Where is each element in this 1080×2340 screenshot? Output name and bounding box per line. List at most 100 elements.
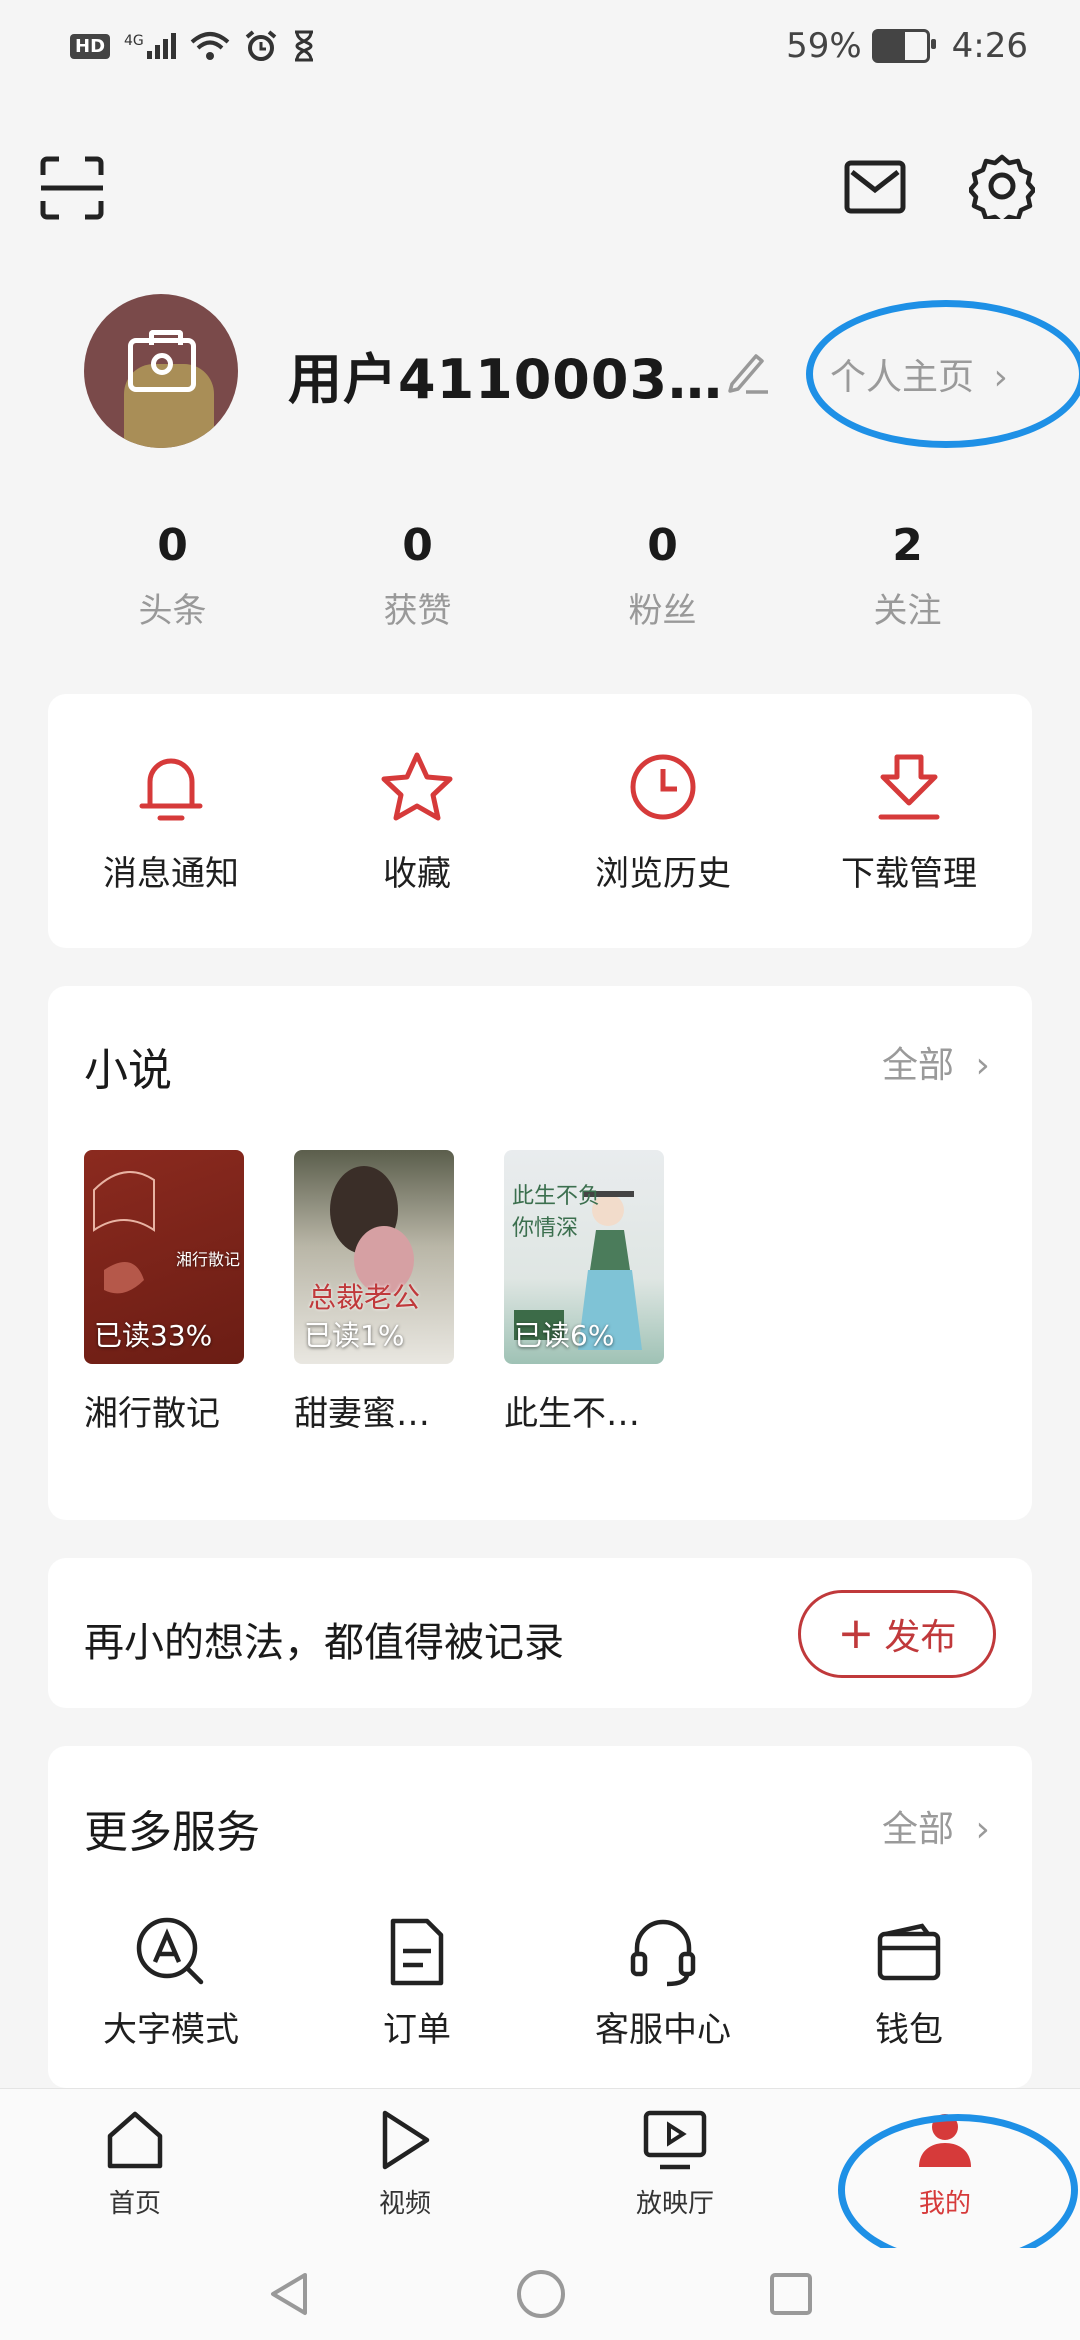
tv-icon	[643, 2110, 707, 2170]
username[interactable]: 用户4110003…	[288, 335, 723, 414]
home-icon	[107, 2111, 163, 2169]
service-label: 钱包	[875, 2010, 943, 2050]
book-title: 甜妻蜜…	[294, 1394, 430, 1434]
clock-icon	[630, 754, 696, 820]
wifi-icon	[190, 32, 230, 60]
tab-label: 放映厅	[635, 2189, 714, 2219]
book-item[interactable]: 总裁老公 已读1% 甜妻蜜…	[294, 1150, 454, 1435]
book-item[interactable]: 湘行散记 已读33% 湘行散记	[84, 1150, 244, 1435]
service-label: 客服中心	[595, 2010, 731, 2050]
stat-following[interactable]: 2 关注	[785, 520, 1030, 640]
services-all-link[interactable]: 全部 ›	[882, 1800, 990, 1852]
quick-notifications[interactable]: 消息通知	[48, 694, 294, 948]
book-progress: 已读33%	[94, 1319, 213, 1352]
order-icon	[390, 1918, 444, 1986]
bell-icon	[139, 758, 203, 821]
novels-all-link[interactable]: 全部 ›	[882, 1036, 990, 1088]
status-right: 59% 4:26	[786, 22, 1028, 70]
wallet-icon	[877, 1923, 941, 1981]
stat-value: 0	[647, 520, 678, 571]
stat-headlines[interactable]: 0 头条	[50, 520, 295, 640]
all-label: 全部	[882, 1045, 955, 1086]
scan-icon	[40, 156, 104, 220]
services-row: 大字模式 订单 客服中心 钱包	[48, 1910, 1032, 2060]
services-title: 更多服务	[84, 1807, 260, 1858]
quick-downloads[interactable]: 下载管理	[786, 694, 1032, 948]
service-label: 大字模式	[103, 2010, 239, 2050]
publish-button[interactable]: + 发布	[798, 1590, 996, 1678]
stat-label: 关注	[873, 591, 942, 631]
hourglass-icon	[294, 30, 313, 62]
system-nav-bar	[0, 2248, 1080, 2340]
chevron-right-icon: ›	[975, 1045, 990, 1086]
battery-percent: 59%	[786, 26, 862, 66]
camera-icon	[128, 330, 196, 392]
stat-value: 0	[402, 520, 433, 571]
post-prompt[interactable]: 再小的想法，都值得被记录	[84, 1610, 564, 1668]
status-bar: HD 4G 59% 4:26	[0, 0, 1080, 92]
quick-history[interactable]: 浏览历史	[540, 694, 786, 948]
quick-label: 下载管理	[841, 854, 977, 894]
book-item[interactable]: 此生不负你情深 已读6% 此生不…	[504, 1150, 664, 1435]
book-progress: 已读1%	[304, 1319, 405, 1352]
recents-icon[interactable]	[767, 2270, 815, 2318]
service-orders[interactable]: 订单	[294, 1910, 540, 2060]
book-cover: 总裁老公 已读1%	[294, 1150, 454, 1364]
quick-actions-card: 消息通知 收藏 浏览历史 下载管理	[48, 694, 1032, 948]
book-title: 湘行散记	[84, 1394, 220, 1434]
book-progress: 已读6%	[514, 1319, 615, 1352]
signal-icon: 4G	[124, 33, 176, 59]
status-left: HD 4G	[70, 26, 316, 66]
stat-likes[interactable]: 0 获赞	[295, 520, 540, 640]
quick-label: 浏览历史	[595, 854, 731, 894]
network-type: 4G	[124, 33, 144, 49]
highlight-circle-me-tab	[838, 2114, 1078, 2266]
service-wallet[interactable]: 钱包	[786, 1910, 1032, 2060]
tab-video[interactable]: 视频	[270, 2089, 540, 2249]
quick-label: 消息通知	[103, 854, 239, 894]
messages-button[interactable]	[840, 152, 910, 222]
avatar[interactable]	[84, 294, 238, 448]
novels-title: 小说	[84, 1045, 172, 1096]
service-label: 订单	[383, 2010, 451, 2050]
cover-title: 湘行散记	[176, 1250, 241, 1269]
edit-icon[interactable]	[722, 348, 772, 398]
tab-home[interactable]: 首页	[0, 2089, 270, 2249]
publish-label: 发布	[884, 1617, 957, 1658]
all-label: 全部	[882, 1809, 955, 1850]
tab-label: 首页	[108, 2189, 161, 2219]
chevron-right-icon: ›	[975, 1809, 990, 1850]
stat-label: 获赞	[383, 591, 452, 631]
battery-icon	[871, 29, 936, 63]
download-icon	[878, 754, 940, 820]
star-icon	[381, 752, 453, 821]
tab-label: 视频	[378, 2189, 431, 2219]
book-title: 此生不…	[504, 1394, 640, 1434]
settings-button[interactable]	[966, 150, 1038, 222]
tab-cinema[interactable]: 放映厅	[540, 2089, 810, 2249]
stat-value: 2	[892, 520, 923, 571]
alarm-icon	[245, 30, 277, 61]
stat-label: 头条	[138, 591, 207, 631]
stat-label: 粉丝	[628, 591, 697, 631]
cover-title: 总裁老公	[308, 1281, 421, 1314]
service-large-font[interactable]: 大字模式	[48, 1910, 294, 2060]
service-support[interactable]: 客服中心	[540, 1910, 786, 2060]
mail-icon	[844, 160, 906, 214]
clock-time: 4:26	[951, 26, 1028, 66]
book-cover: 此生不负你情深 已读6%	[504, 1150, 664, 1364]
scan-button[interactable]	[36, 152, 108, 224]
play-icon	[382, 2110, 430, 2170]
book-cover: 湘行散记 已读33%	[84, 1150, 244, 1364]
back-icon[interactable]	[265, 2269, 315, 2319]
stats-row: 0 头条 0 获赞 0 粉丝 2 关注	[50, 520, 1030, 640]
stat-fans[interactable]: 0 粉丝	[540, 520, 785, 640]
cover-title: 此生不负你情深	[512, 1184, 601, 1241]
home-circle-icon[interactable]	[515, 2268, 567, 2320]
quick-favorites[interactable]: 收藏	[294, 694, 540, 948]
highlight-circle-profile	[806, 300, 1080, 448]
quick-label: 收藏	[383, 854, 451, 894]
gear-icon	[969, 154, 1035, 219]
large-font-icon	[136, 1917, 204, 1985]
hd-badge: HD	[70, 33, 111, 59]
